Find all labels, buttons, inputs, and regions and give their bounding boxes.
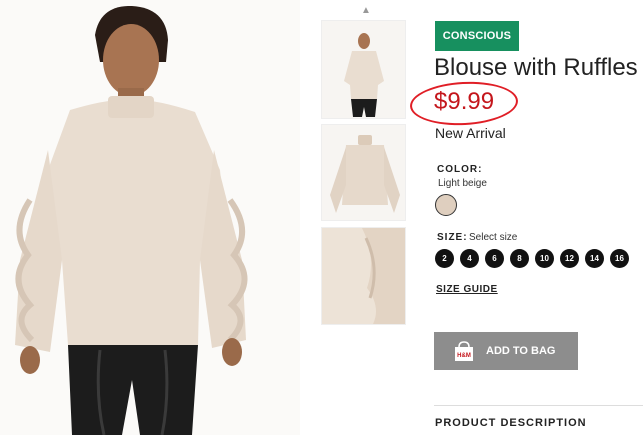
model-illustration [0,0,300,435]
size-option-2[interactable]: 2 [435,249,454,268]
size-label: SIZE: [437,232,468,243]
color-value: Light beige [438,178,487,189]
size-option-12[interactable]: 12 [560,249,579,268]
shopping-bag-icon: H&M [455,340,473,361]
size-option-6[interactable]: 6 [485,249,504,268]
thumbnail-model[interactable] [321,20,406,119]
size-options: 2 4 6 8 10 12 14 16 [435,249,635,268]
new-arrival-label: New Arrival [435,125,506,141]
size-select-prompt: Select size [469,232,518,243]
size-option-10[interactable]: 10 [535,249,554,268]
add-to-bag-button[interactable]: H&M ADD TO BAG [434,332,578,370]
conscious-badge: CONSCIOUS [435,21,519,51]
price-highlight-circle [408,79,520,128]
color-swatch-light-beige[interactable] [435,194,457,216]
thumbnail-flat-lay[interactable] [321,124,406,221]
size-option-14[interactable]: 14 [585,249,604,268]
add-to-bag-label: ADD TO BAG [486,345,556,357]
thumbnail-detail[interactable] [321,227,406,325]
size-guide-link[interactable]: SIZE GUIDE [436,284,498,295]
thumbnail-model-image [344,33,384,117]
thumbnail-flat-lay-image [330,135,400,213]
product-description-heading[interactable]: PRODUCT DESCRIPTION [435,417,587,429]
color-label: COLOR: [437,164,483,175]
bag-icon-logo: H&M [457,353,471,359]
size-option-4[interactable]: 4 [460,249,479,268]
thumbnail-detail-image [322,228,405,324]
main-product-image[interactable] [0,0,300,435]
chevron-up-icon[interactable]: ▲ [360,6,372,16]
size-option-16[interactable]: 16 [610,249,629,268]
section-divider [434,405,643,406]
product-title: Blouse with Ruffles [434,54,638,81]
size-option-8[interactable]: 8 [510,249,529,268]
